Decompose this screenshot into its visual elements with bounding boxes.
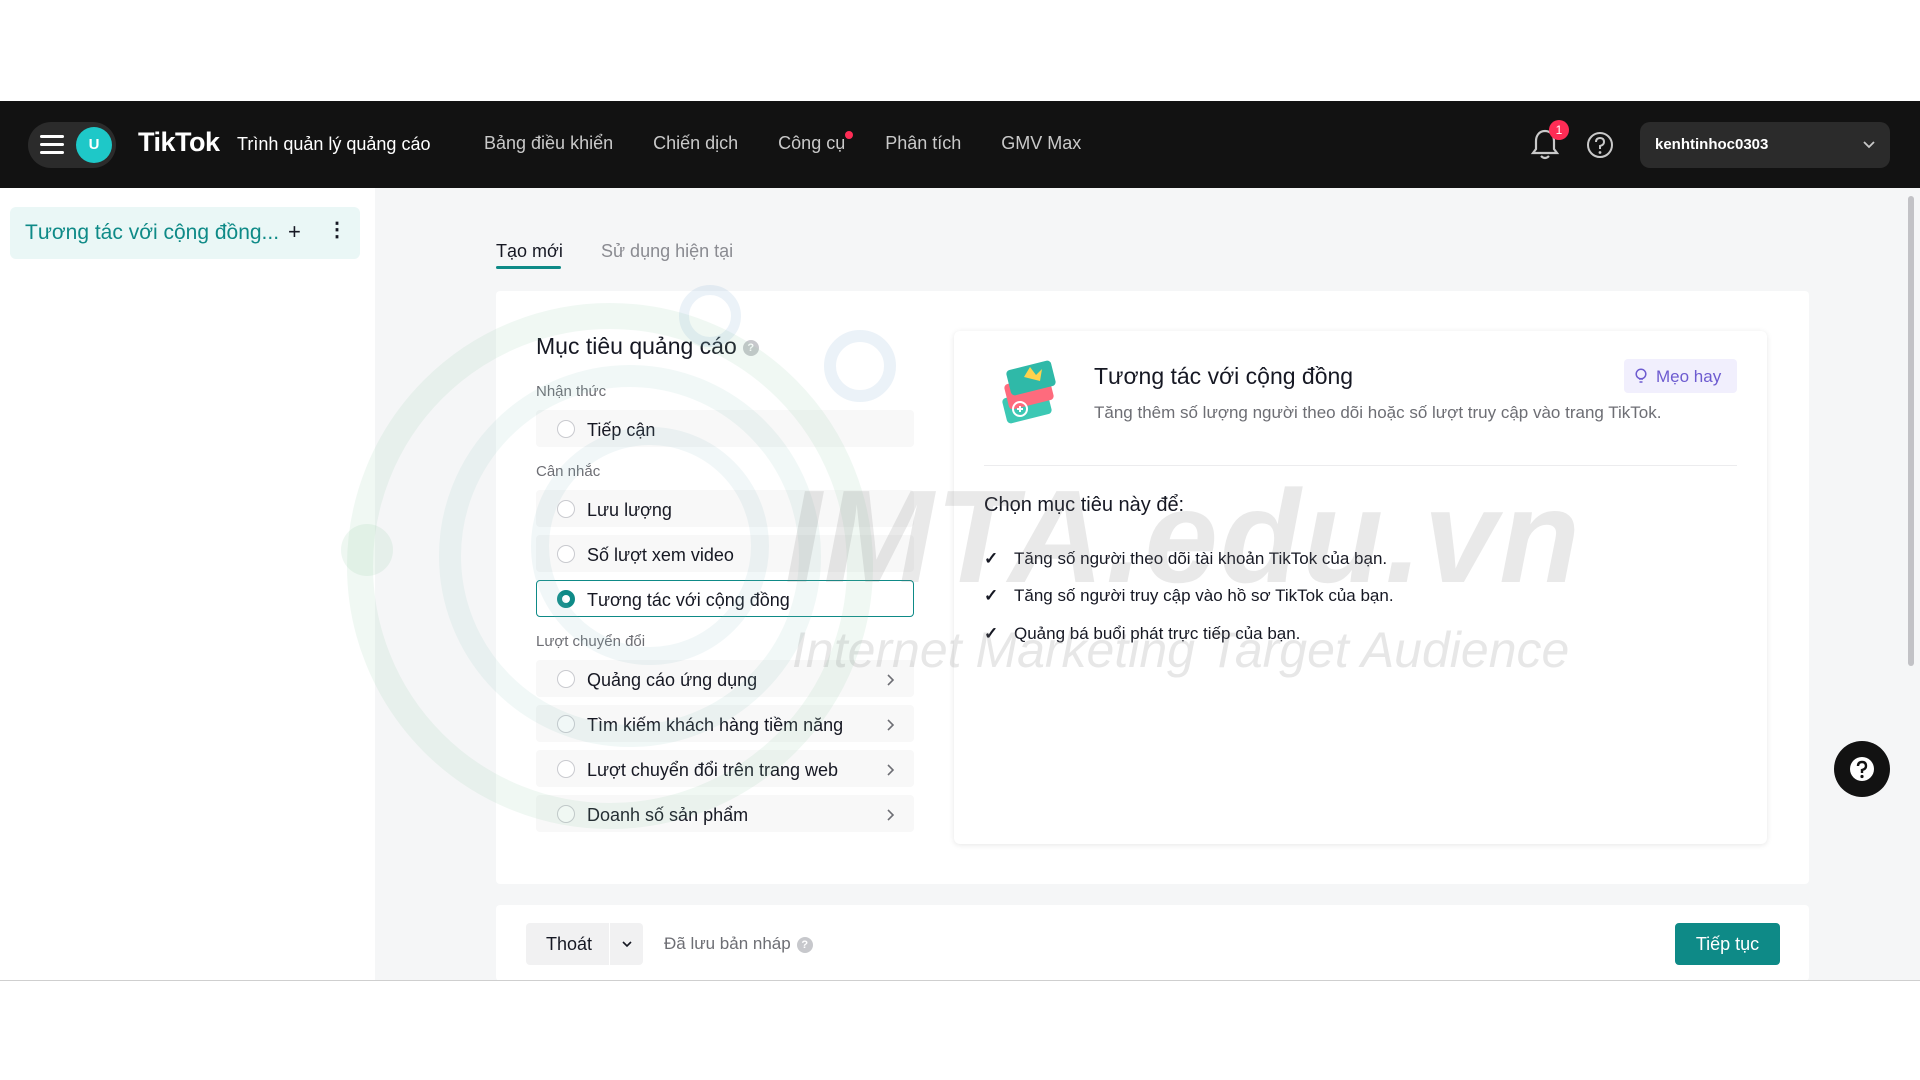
nav-gmv-max[interactable]: GMV Max — [1001, 133, 1081, 154]
tips-button[interactable]: Mẹo hay — [1624, 359, 1737, 393]
question-icon — [1850, 757, 1874, 781]
detail-title: Tương tác với cộng đồng — [1094, 363, 1354, 389]
add-icon[interactable]: + — [288, 219, 301, 245]
option-label: Doanh số sản phẩm — [587, 805, 749, 825]
tab-use-existing[interactable]: Sử dụng hiện tại — [601, 241, 733, 262]
campaign-sidebar: Tương tác với cộng đồng... + ⋮ — [0, 188, 375, 981]
account-switcher[interactable]: kenhtinhoc0303 — [1640, 122, 1890, 168]
hamburger-icon[interactable] — [40, 135, 64, 155]
top-navbar: U TikTok Trình quản lý quảng cáo Bảng đi… — [0, 101, 1920, 188]
divider — [609, 923, 610, 965]
divider — [0, 980, 1920, 981]
nav-analytics[interactable]: Phân tích — [885, 133, 961, 154]
nav-campaigns[interactable]: Chiến dịch — [653, 133, 738, 154]
continue-button[interactable]: Tiếp tục — [1675, 923, 1780, 965]
radio-button[interactable] — [557, 715, 575, 733]
divider — [984, 465, 1737, 466]
benefit-item: ✓ Tăng số người theo dõi tài khoản TikTok… — [984, 549, 1387, 569]
draft-label: Đã lưu bản nháp — [664, 934, 791, 953]
footer-bar: Thoát Đã lưu bản nháp? Tiếp tục — [496, 905, 1809, 981]
user-avatar[interactable]: U — [76, 127, 112, 163]
sidebar-item-label: Tương tác với cộng đồng... — [25, 221, 280, 244]
nav-tools-label: Công cụ — [778, 133, 846, 153]
benefit-text: Quảng bá buổi phát trực tiếp của bạn. — [1014, 624, 1301, 643]
screen: U TikTok Trình quản lý quảng cáo Bảng đi… — [0, 0, 1920, 1080]
account-name: kenhtinhoc0303 — [1655, 136, 1769, 153]
objective-panel: Mục tiêu quảng cáo? Nhận thức Tiếp cận C… — [496, 291, 1809, 884]
help-icon[interactable]: ? — [742, 339, 759, 356]
lightbulb-icon — [1635, 368, 1647, 383]
draft-status: Đã lưu bản nháp? — [664, 934, 813, 954]
nav-dashboard[interactable]: Bảng điều khiển — [484, 133, 613, 154]
option-label: Tìm kiếm khách hàng tiềm năng — [587, 715, 844, 735]
product-name: Trình quản lý quảng cáo — [237, 134, 431, 154]
benefit-text: Tăng số người truy cập vào hồ sơ TikTok … — [1014, 586, 1394, 605]
exit-button[interactable]: Thoát — [526, 923, 643, 965]
main-nav: Bảng điều khiển Chiến dịch Công cụ Phân … — [484, 131, 1121, 154]
benefit-item: ✓ Tăng số người truy cập vào hồ sơ TikTok… — [984, 586, 1394, 606]
benefit-item: ✓ Quảng bá buổi phát trực tiếp của bạn. — [984, 624, 1300, 644]
radio-button[interactable] — [557, 420, 575, 438]
community-illustration-icon — [1002, 360, 1056, 424]
notification-badge: 1 — [1549, 120, 1569, 140]
benefit-text: Tăng số người theo dõi tài khoản TikTok … — [1014, 549, 1388, 568]
tab-create-new[interactable]: Tạo mới — [496, 241, 563, 262]
chevron-right-icon — [887, 809, 895, 821]
option-reach[interactable]: Tiếp cận — [536, 410, 914, 447]
option-label: Tương tác với cộng đồng — [587, 590, 790, 610]
chevron-right-icon — [887, 719, 895, 731]
detail-description: Tăng thêm số lượng người theo dõi hoặc s… — [1094, 403, 1662, 422]
option-label: Số lượt xem video — [587, 545, 734, 565]
radio-button[interactable] — [557, 500, 575, 518]
ads-manager-app: U TikTok Trình quản lý quảng cáo Bảng đi… — [0, 101, 1920, 981]
option-label: Quảng cáo ứng dụng — [587, 670, 758, 690]
sidebar-item-campaign[interactable]: Tương tác với cộng đồng... + ⋮ — [10, 207, 360, 259]
tips-label: Mẹo hay — [1656, 367, 1722, 386]
radio-button[interactable] — [557, 545, 575, 563]
radio-button-selected[interactable] — [557, 590, 575, 608]
objective-detail-card: Tương tác với cộng đồng Tăng thêm số lượ… — [954, 331, 1767, 844]
exit-label: Thoát — [546, 934, 593, 954]
option-traffic[interactable]: Lưu lượng — [536, 490, 914, 527]
radio-button[interactable] — [557, 805, 575, 823]
check-icon: ✓ — [984, 549, 999, 568]
check-icon: ✓ — [984, 586, 999, 605]
group-label-awareness: Nhận thức — [536, 383, 607, 400]
help-chat-button[interactable] — [1834, 741, 1890, 797]
help-circle-icon[interactable] — [1586, 131, 1614, 159]
choose-heading: Chọn mục tiêu này để: — [984, 494, 1185, 516]
option-community-interaction[interactable]: Tương tác với cộng đồng — [536, 580, 914, 617]
scrollbar[interactable] — [1908, 196, 1914, 666]
radio-button[interactable] — [557, 670, 575, 688]
tiktok-logo[interactable]: TikTok — [138, 127, 220, 158]
option-product-sales[interactable]: Doanh số sản phẩm — [536, 795, 914, 832]
nav-tools[interactable]: Công cụ — [778, 131, 854, 154]
option-app-promotion[interactable]: Quảng cáo ứng dụng — [536, 660, 914, 697]
new-indicator-dot — [845, 131, 854, 139]
menu-toggle[interactable]: U — [28, 122, 116, 168]
option-label: Lượt chuyển đổi trên trang web — [587, 760, 838, 780]
group-label-consideration: Cân nhắc — [536, 463, 601, 480]
option-label: Tiếp cận — [587, 420, 656, 440]
option-lead-generation[interactable]: Tìm kiếm khách hàng tiềm năng — [536, 705, 914, 742]
help-icon[interactable]: ? — [796, 936, 813, 953]
objective-title-text: Mục tiêu quảng cáo — [536, 333, 737, 359]
more-options-icon[interactable]: ⋮ — [327, 217, 347, 242]
group-label-conversion: Lượt chuyển đổi — [536, 633, 646, 650]
option-website-conversions[interactable]: Lượt chuyển đổi trên trang web — [536, 750, 914, 787]
chevron-right-icon — [887, 764, 895, 776]
check-icon: ✓ — [984, 624, 999, 643]
option-video-views[interactable]: Số lượt xem video — [536, 535, 914, 572]
chevron-down-icon[interactable] — [621, 938, 633, 950]
chevron-right-icon — [887, 674, 895, 686]
chevron-down-icon — [1863, 141, 1875, 149]
active-tab-indicator — [496, 266, 561, 269]
option-label: Lưu lượng — [587, 500, 672, 520]
objective-title: Mục tiêu quảng cáo? — [536, 333, 759, 360]
radio-button[interactable] — [557, 760, 575, 778]
